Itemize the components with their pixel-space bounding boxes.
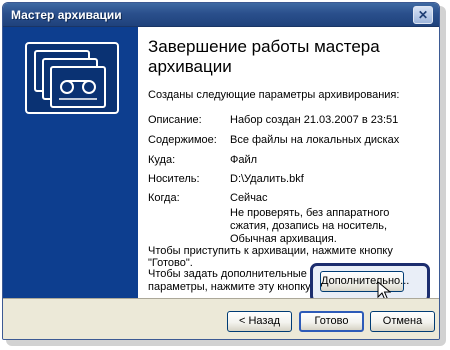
options-note: Не проверять, без аппаратного сжатия, до… bbox=[230, 207, 390, 245]
destination-value: Файл bbox=[230, 154, 258, 166]
finish-button[interactable]: Готово bbox=[299, 311, 364, 332]
contents-label: Содержимое: bbox=[148, 134, 217, 146]
wizard-sidebar bbox=[3, 27, 138, 298]
schedule-value: Сейчас bbox=[230, 192, 268, 204]
page-title: Завершение работы мастера архивации bbox=[148, 37, 380, 76]
schedule-label: Когда: bbox=[148, 192, 180, 204]
cancel-button[interactable]: Отмена bbox=[370, 311, 435, 332]
back-button[interactable]: < Назад bbox=[227, 311, 292, 332]
advanced-button[interactable]: Дополнительно... bbox=[320, 271, 409, 292]
wizard-footer: < Назад Готово Отмена bbox=[3, 298, 439, 339]
settings-intro: Созданы следующие параметры архивировани… bbox=[148, 89, 400, 101]
description-label: Описание: bbox=[148, 114, 202, 126]
close-button[interactable]: ✕ bbox=[413, 6, 433, 24]
media-label: Носитель: bbox=[148, 173, 200, 185]
destination-label: Куда: bbox=[148, 154, 176, 166]
description-value: Набор создан 21.03.2007 в 23:51 bbox=[230, 114, 399, 126]
close-icon: ✕ bbox=[417, 8, 429, 22]
contents-value: Все файлы на локальных дисках bbox=[230, 134, 400, 146]
title-bar: Мастер архивации ✕ bbox=[3, 3, 439, 27]
advanced-hint: Чтобы задать дополнительные параметры, н… bbox=[148, 268, 313, 293]
media-value: D:\Удалить.bkf bbox=[230, 173, 304, 185]
backup-wizard-icon bbox=[25, 42, 119, 114]
window-title: Мастер архивации bbox=[11, 8, 122, 22]
wizard-content: Завершение работы мастера архивации Созд… bbox=[138, 27, 439, 303]
wizard-window: Мастер архивации ✕ Завершение работы мас… bbox=[2, 2, 440, 340]
